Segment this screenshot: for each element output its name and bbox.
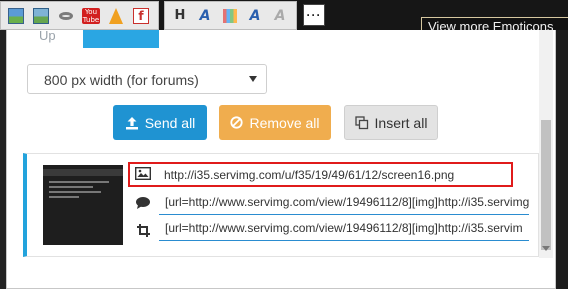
- send-all-button[interactable]: Send all: [113, 105, 207, 140]
- remove-all-button[interactable]: Remove all: [219, 105, 331, 140]
- clear-format-button[interactable]: A: [269, 5, 291, 27]
- insert-all-label: Insert all: [374, 114, 428, 131]
- cone-button[interactable]: [105, 5, 127, 27]
- chevron-down-icon: [249, 76, 257, 82]
- toolbar-group-media: You Tube f: [0, 1, 159, 30]
- image-host-button[interactable]: [30, 5, 52, 27]
- link-button[interactable]: [55, 5, 77, 27]
- width-select-value: 800 px width (for forums): [44, 72, 199, 88]
- bbcode-thumbnail-field[interactable]: [url=http://www.servimg.com/view/1949611…: [159, 218, 529, 241]
- toolbar-group-format: H A A A: [164, 1, 297, 30]
- color-grid-icon: [223, 8, 237, 23]
- send-all-label: Send all: [144, 114, 196, 131]
- ban-icon: [230, 116, 244, 129]
- uploaded-image-card: http://i35.servimg.com/u/f35/19/49/61/12…: [23, 153, 539, 257]
- width-select[interactable]: 800 px width (for forums): [27, 64, 267, 94]
- flash-icon: f: [133, 7, 149, 24]
- direct-link-field[interactable]: http://i35.servimg.com/u/f35/19/49/61/12…: [128, 162, 513, 187]
- image-host-popup: Up 800 px width (for forums) Send all Re…: [6, 29, 556, 289]
- youtube-button[interactable]: You Tube: [80, 5, 102, 27]
- popup-scrollbar[interactable]: [539, 30, 553, 258]
- color-grid-button[interactable]: [219, 5, 241, 27]
- scroll-down-icon[interactable]: [542, 246, 550, 251]
- upload-icon: [125, 116, 138, 129]
- image-upload-icon: [8, 7, 24, 24]
- image-host-icon: [33, 7, 49, 24]
- font-style-button[interactable]: A: [244, 5, 266, 27]
- link-icon: [59, 11, 73, 20]
- tab-active[interactable]: [83, 30, 159, 48]
- popup-tabs: Up: [31, 29, 159, 48]
- insert-all-button[interactable]: Insert all: [344, 105, 438, 140]
- more-options-button[interactable]: ···: [303, 4, 325, 26]
- cone-icon: [109, 7, 123, 24]
- image-thumbnail[interactable]: [43, 165, 123, 245]
- heading-button[interactable]: H: [169, 5, 191, 27]
- tab-upload[interactable]: Up: [31, 29, 83, 48]
- remove-all-label: Remove all: [249, 114, 320, 131]
- scrollbar-thumb[interactable]: [541, 120, 551, 250]
- right-page-edge: [556, 30, 568, 289]
- youtube-icon: You Tube: [82, 7, 100, 24]
- image-upload-button[interactable]: [5, 5, 27, 27]
- flash-button[interactable]: f: [130, 5, 152, 27]
- copy-icon: [354, 115, 368, 129]
- comment-icon: [135, 195, 151, 211]
- bbcode-link-field[interactable]: [url=http://www.servimg.com/view/1949611…: [159, 192, 529, 215]
- font-button[interactable]: A: [194, 5, 216, 27]
- crop-icon: [135, 222, 151, 238]
